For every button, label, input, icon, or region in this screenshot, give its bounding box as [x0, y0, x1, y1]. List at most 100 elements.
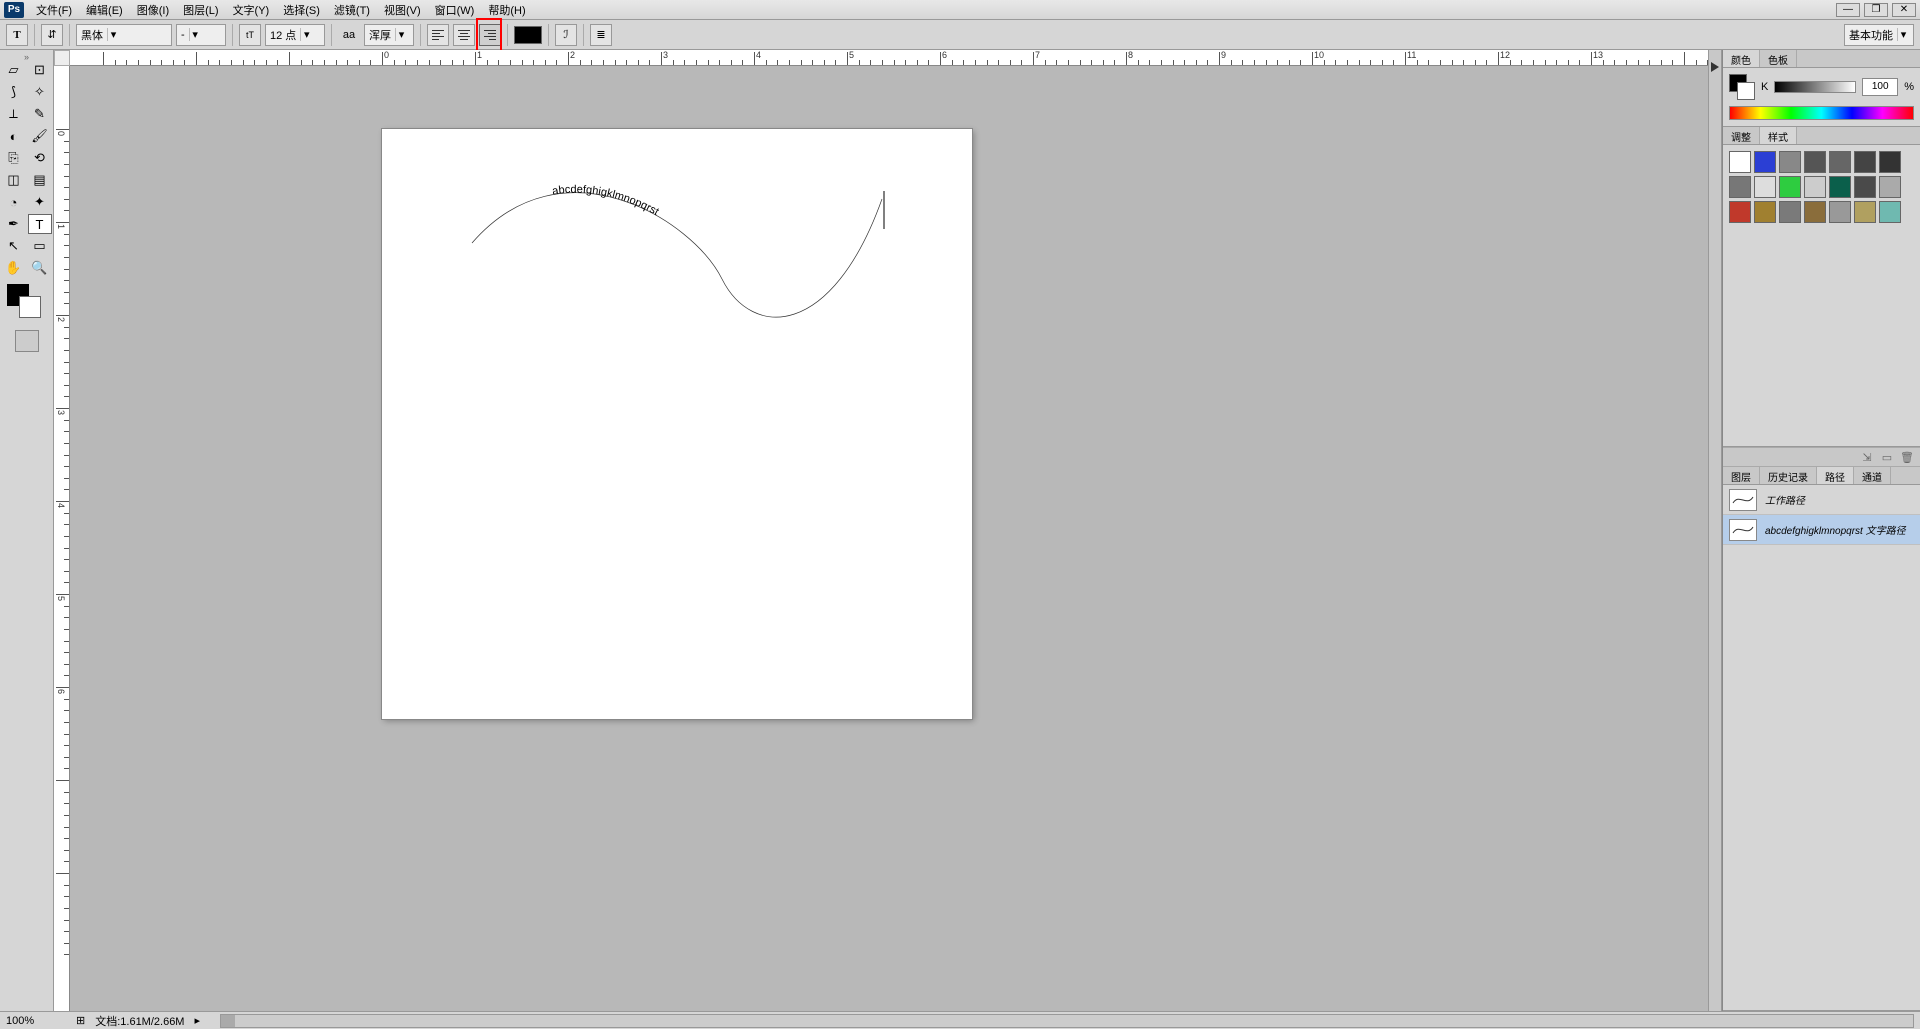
tool-lasso[interactable]: ⟆	[2, 82, 26, 102]
quickmask-button[interactable]	[15, 330, 39, 352]
horizontal-scrollbar[interactable]	[220, 1014, 1914, 1028]
trash-icon[interactable]: 🗑	[1900, 450, 1914, 464]
zoom-level[interactable]: 100%	[6, 1015, 66, 1027]
panel-color-swatches[interactable]	[1729, 74, 1755, 100]
tool-path[interactable]: ↖	[2, 236, 26, 256]
tool-wand[interactable]: ✧	[28, 82, 52, 102]
style-swatch-9[interactable]	[1779, 176, 1801, 198]
style-swatch-0[interactable]	[1729, 151, 1751, 173]
menu-layer[interactable]: 图层(L)	[179, 0, 222, 20]
background-color[interactable]	[19, 296, 41, 318]
menu-file[interactable]: 文件(F)	[32, 0, 76, 20]
tool-heal[interactable]: ◐	[2, 126, 26, 146]
style-swatch-1[interactable]	[1754, 151, 1776, 173]
style-swatch-10[interactable]	[1804, 176, 1826, 198]
color-picker[interactable]	[7, 284, 47, 324]
tool-preset-button[interactable]: T	[6, 24, 28, 46]
style-swatch-2[interactable]	[1779, 151, 1801, 173]
align-left-button[interactable]	[427, 24, 449, 46]
style-swatch-6[interactable]	[1879, 151, 1901, 173]
menu-help[interactable]: 帮助(H)	[484, 0, 529, 20]
tool-marquee[interactable]: ⊡	[28, 60, 52, 80]
tab-adjustments[interactable]: 调整	[1723, 127, 1760, 144]
tool-dodge[interactable]: ✦	[28, 192, 52, 212]
tab-swatches[interactable]: 色板	[1760, 50, 1797, 67]
canvas-area[interactable]: abcdefghigklmnopqrst	[70, 66, 1708, 1011]
menu-window[interactable]: 窗口(W)	[431, 0, 479, 20]
menu-filter[interactable]: 滤镜(T)	[330, 0, 374, 20]
workspace-switcher[interactable]: 基本功能▾	[1844, 24, 1914, 46]
expand-icon[interactable]: ⊞	[76, 1014, 85, 1027]
k-value[interactable]: 100	[1862, 78, 1898, 96]
style-swatch-3[interactable]	[1804, 151, 1826, 173]
text-orientation-button[interactable]: ⇵	[41, 24, 63, 46]
tool-blur[interactable]: ◔	[2, 192, 26, 212]
status-bar: 100% ⊞ 文档:1.61M/2.66M ▸	[0, 1011, 1920, 1029]
k-slider[interactable]	[1774, 81, 1856, 93]
ruler-horizontal[interactable]: 012345678910111213	[70, 50, 1708, 66]
tool-shape[interactable]: ▭	[28, 236, 52, 256]
restore-button[interactable]: ❐	[1864, 3, 1888, 17]
style-swatch-8[interactable]	[1754, 176, 1776, 198]
font-size-select[interactable]: 12 点▾	[265, 24, 325, 46]
minimize-button[interactable]: —	[1836, 3, 1860, 17]
style-swatch-16[interactable]	[1779, 201, 1801, 223]
align-right-button[interactable]	[479, 24, 501, 46]
menu-type[interactable]: 文字(Y)	[229, 0, 274, 20]
document-canvas[interactable]: abcdefghigklmnopqrst	[382, 129, 972, 719]
ruler-vertical[interactable]: 0123456	[54, 66, 70, 1011]
font-style-select[interactable]: -▾	[176, 24, 226, 46]
menu-image[interactable]: 图像(I)	[133, 0, 173, 20]
style-swatch-20[interactable]	[1879, 201, 1901, 223]
path-item-0[interactable]: 工作路径	[1723, 485, 1920, 515]
style-swatch-11[interactable]	[1829, 176, 1851, 198]
tool-move[interactable]: ▱	[2, 60, 26, 80]
character-panel-button[interactable]: ≣	[590, 24, 612, 46]
style-swatch-5[interactable]	[1854, 151, 1876, 173]
style-swatch-12[interactable]	[1854, 176, 1876, 198]
style-swatch-4[interactable]	[1829, 151, 1851, 173]
tool-hand[interactable]: ✋	[2, 258, 26, 278]
text-color-swatch[interactable]	[514, 26, 542, 44]
tab-layers[interactable]: 图层	[1723, 467, 1760, 484]
tab-paths[interactable]: 路径	[1817, 467, 1854, 484]
tab-styles[interactable]: 样式	[1760, 127, 1797, 144]
tool-stamp[interactable]: ⎘	[2, 148, 26, 168]
menu-view[interactable]: 视图(V)	[380, 0, 425, 20]
font-family-select[interactable]: 黑体▾	[76, 24, 172, 46]
tool-history[interactable]: ⟲	[28, 148, 52, 168]
style-swatch-13[interactable]	[1879, 176, 1901, 198]
tool-zoom[interactable]: 🔍	[28, 258, 52, 278]
tab-color[interactable]: 颜色	[1723, 50, 1760, 67]
tab-channels[interactable]: 通道	[1854, 467, 1891, 484]
tool-brush[interactable]: 🖌	[28, 126, 52, 146]
link-icon[interactable]: ⇲	[1860, 450, 1874, 464]
style-swatch-14[interactable]	[1729, 201, 1751, 223]
tool-eraser[interactable]: ◫	[2, 170, 26, 190]
style-swatch-18[interactable]	[1829, 201, 1851, 223]
tool-pen[interactable]: ✒	[2, 214, 26, 234]
ruler-origin[interactable]	[54, 50, 70, 66]
tool-eyedropper[interactable]: ✎	[28, 104, 52, 124]
tool-gradient[interactable]: ▤	[28, 170, 52, 190]
tool-crop[interactable]: ⟂	[2, 104, 26, 124]
collapsed-panel-dock[interactable]	[1708, 50, 1722, 1011]
style-swatch-17[interactable]	[1804, 201, 1826, 223]
color-spectrum[interactable]	[1729, 106, 1914, 120]
style-swatch-7[interactable]	[1729, 176, 1751, 198]
tool-type[interactable]: T	[28, 214, 52, 234]
warp-text-button[interactable]: ℐ	[555, 24, 577, 46]
menu-edit[interactable]: 编辑(E)	[82, 0, 127, 20]
new-style-icon[interactable]: ▭	[1880, 450, 1894, 464]
antialias-select[interactable]: 浑厚▾	[364, 24, 414, 46]
menu-select[interactable]: 选择(S)	[279, 0, 324, 20]
doc-info[interactable]: 文档:1.61M/2.66M	[95, 1013, 184, 1029]
close-button[interactable]: ✕	[1892, 3, 1916, 17]
doc-info-arrow[interactable]: ▸	[194, 1014, 200, 1027]
style-swatch-19[interactable]	[1854, 201, 1876, 223]
path-item-1[interactable]: abcdefghigklmnopqrst 文字路径	[1723, 515, 1920, 545]
tab-history[interactable]: 历史记录	[1760, 467, 1817, 484]
path-text[interactable]: abcdefghigklmnopqrst	[551, 184, 660, 218]
style-swatch-15[interactable]	[1754, 201, 1776, 223]
align-center-button[interactable]	[453, 24, 475, 46]
